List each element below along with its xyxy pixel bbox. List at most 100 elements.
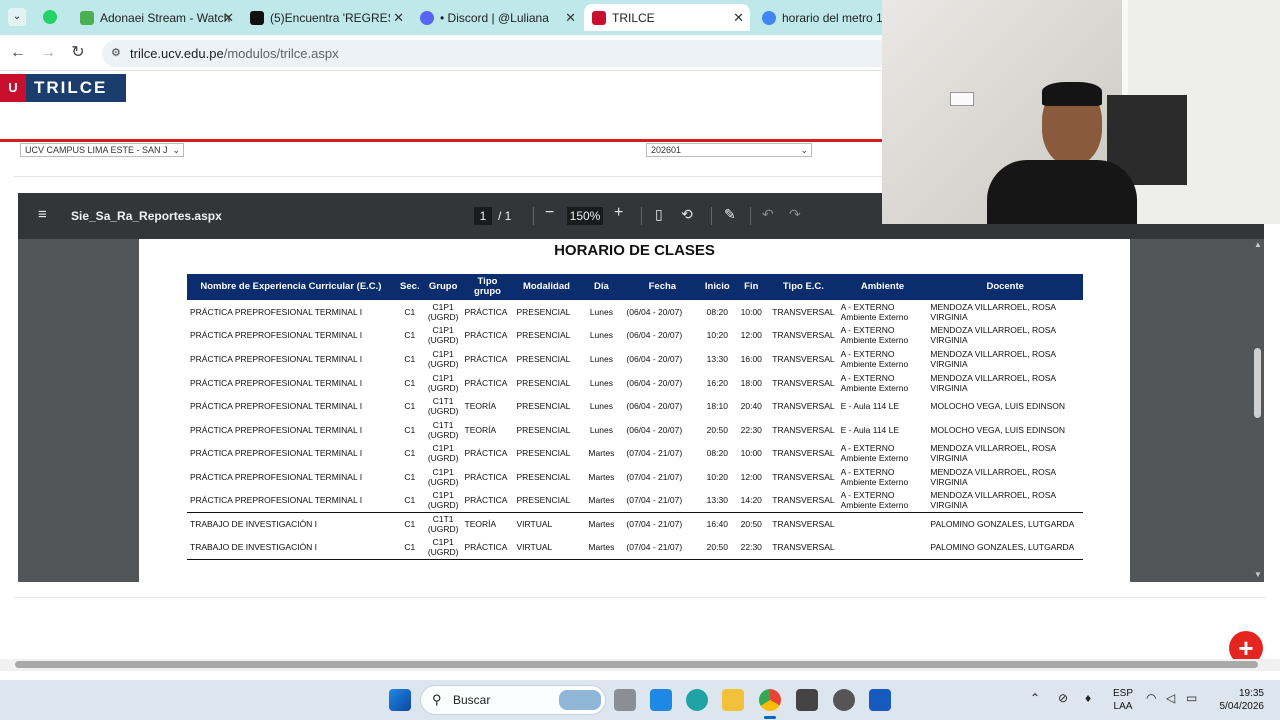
- column-header: Modalidad: [513, 274, 580, 300]
- pdf-filename: Sie_Sa_Ra_Reportes.aspx: [71, 209, 222, 223]
- table-cell: A - EXTERNO Ambiente Externo: [840, 490, 909, 511]
- windows-start-icon[interactable]: [389, 689, 411, 711]
- rotate-icon[interactable]: ⟲: [681, 206, 693, 223]
- filters-divider: [14, 176, 882, 177]
- table-cell: PRESENCIAL: [516, 330, 571, 341]
- table-cell: PALOMINO GONZALES, LUTGARDA: [927, 511, 1083, 536]
- tab-tiktok[interactable]: (5)Encuentra 'REGRESO A ✕: [242, 4, 410, 31]
- meet-now-icon[interactable]: ⊘: [1058, 691, 1068, 705]
- tab-search-button[interactable]: ⌄: [8, 8, 26, 26]
- tab-discord[interactable]: • Discord | @Luliana ✕: [412, 4, 582, 31]
- table-cell: C1: [404, 353, 416, 364]
- task-view-icon[interactable]: [614, 689, 636, 711]
- pdf-scroll-thumb[interactable]: [1254, 348, 1261, 418]
- chrome-icon[interactable]: [759, 689, 781, 711]
- zoom-out-icon[interactable]: −: [545, 204, 554, 222]
- tab-adonaei[interactable]: Adonaei Stream - Watch ✕: [72, 4, 240, 31]
- horizontal-scroll-thumb[interactable]: [15, 661, 1258, 668]
- table-cell: A - EXTERNO Ambiente Externo: [840, 301, 909, 322]
- table-row: PRÁCTICA PREPROFESIONAL TERMINAL I C1 C1P1…: [187, 371, 1083, 395]
- close-icon[interactable]: ✕: [733, 10, 744, 26]
- table-cell: 22:30: [733, 535, 770, 561]
- whatsapp-pinned-tab[interactable]: [43, 10, 57, 24]
- table-cell: Lunes: [589, 306, 613, 317]
- table-cell: MENDOZA VILLARROEL, ROSA VIRGINIA: [930, 325, 1056, 346]
- menu-icon[interactable]: ≡: [38, 206, 47, 223]
- column-header: Tipo E.C.: [769, 274, 838, 300]
- table-cell: C1P1 (UGRD): [427, 301, 459, 322]
- table-cell: MENDOZA VILLARROEL, ROSA VIRGINIA: [930, 348, 1056, 369]
- table-cell: C1P1 (UGRD): [427, 466, 459, 487]
- table-cell: PRÁCTICA: [464, 471, 508, 482]
- table-cell: PRÁCTICA: [461, 535, 514, 561]
- annotate-icon[interactable]: ✎: [724, 206, 736, 223]
- table-cell: 16:00: [740, 353, 762, 364]
- forward-icon[interactable]: →: [38, 43, 58, 63]
- undo-icon[interactable]: ↶: [762, 206, 774, 223]
- table-cell: PRESENCIAL: [516, 353, 571, 364]
- language-indicator[interactable]: ESP LAA: [1110, 687, 1136, 713]
- reload-icon[interactable]: ↻: [68, 43, 88, 63]
- table-cell: 08:20: [706, 448, 728, 459]
- table-cell: PRÁCTICA PREPROFESIONAL TERMINAL I: [190, 448, 363, 459]
- taskbar-search[interactable]: ⚲ Buscar: [420, 685, 606, 715]
- chevron-down-icon: ⌄: [172, 145, 180, 155]
- tray-chevron-icon[interactable]: ⌃: [1030, 691, 1040, 705]
- table-cell: MOLOCHO VEGA, LUIS EDINSON: [930, 401, 1066, 412]
- table-cell: TRABAJO DE INVESTIGACIÓN I: [187, 535, 395, 561]
- table-cell: 20:50: [706, 424, 728, 435]
- close-icon[interactable]: ✕: [223, 10, 234, 26]
- redo-icon[interactable]: ↷: [789, 206, 801, 223]
- close-icon[interactable]: ✕: [565, 10, 576, 26]
- zoom-level[interactable]: 150%: [567, 207, 603, 225]
- table-cell: (06/04 - 20/07): [626, 401, 683, 412]
- table-header-row: Nombre de Experiencia Curricular (E.C.) …: [187, 274, 1083, 300]
- site-info-icon[interactable]: ⚙: [111, 40, 121, 67]
- period-select-value: 202601: [651, 145, 682, 155]
- close-icon[interactable]: ✕: [393, 10, 404, 26]
- table-cell: C1: [404, 306, 416, 317]
- clock-time: 19:35: [1238, 688, 1264, 699]
- table-cell: 12:00: [740, 330, 762, 341]
- logo-text: TRILCE: [34, 78, 108, 97]
- wifi-icon[interactable]: ◠: [1146, 691, 1156, 705]
- table-cell: PRESENCIAL: [516, 306, 571, 317]
- app-icon[interactable]: [833, 689, 855, 711]
- table-cell: C1: [404, 424, 416, 435]
- table-cell: PRESENCIAL: [516, 495, 571, 506]
- page-number-input[interactable]: 1: [474, 207, 492, 225]
- table-cell: PRESENCIAL: [516, 471, 571, 482]
- zoom-in-icon[interactable]: +: [614, 204, 623, 222]
- campus-select[interactable]: UCV CAMPUS LIMA ESTE - SAN J ⌄: [20, 143, 184, 157]
- back-icon[interactable]: ←: [8, 43, 28, 63]
- table-cell: Martes: [588, 495, 615, 506]
- url-field[interactable]: ⚙ trilce.ucv.edu.pe/modulos/trilce.aspx: [102, 40, 892, 67]
- period-select[interactable]: 202601 ⌄: [646, 143, 812, 157]
- trilce-logo[interactable]: U TRILCE: [0, 74, 126, 102]
- app-icon[interactable]: [650, 689, 672, 711]
- fit-page-icon[interactable]: ▯: [655, 206, 663, 223]
- scroll-down-icon[interactable]: ▼: [1254, 570, 1262, 579]
- toolbar-divider: [750, 207, 751, 225]
- table-body: PRÁCTICA PREPROFESIONAL TERMINAL I C1 C1P1…: [187, 300, 1083, 561]
- table-cell: MENDOZA VILLARROEL, ROSA VIRGINIA: [930, 301, 1056, 322]
- table-row: PRÁCTICA PREPROFESIONAL TERMINAL I C1 C1T1…: [187, 394, 1083, 418]
- system-clock[interactable]: 19:35 5/04/2026: [1200, 687, 1265, 713]
- tab-trilce[interactable]: TRILCE ✕: [584, 4, 750, 31]
- edge-icon[interactable]: [686, 689, 708, 711]
- app-icon[interactable]: [796, 689, 818, 711]
- wall-switch: [950, 92, 974, 106]
- table-cell: C1: [404, 377, 416, 388]
- battery-icon[interactable]: ▭: [1186, 691, 1197, 705]
- tab-title: TRILCE: [612, 10, 655, 25]
- scroll-up-icon[interactable]: ▲: [1254, 240, 1262, 249]
- tab-google[interactable]: horario del metro 1 - B: [754, 4, 884, 31]
- file-explorer-icon[interactable]: [722, 689, 744, 711]
- word-icon[interactable]: [869, 689, 891, 711]
- microphone-icon[interactable]: ♦: [1085, 691, 1091, 705]
- table-row: PRÁCTICA PREPROFESIONAL TERMINAL I C1 C1T1…: [187, 418, 1083, 442]
- table-cell: TEORÍA: [464, 401, 497, 412]
- table-cell: (06/04 - 20/07): [626, 353, 683, 364]
- volume-icon[interactable]: ◁: [1166, 691, 1175, 705]
- discord-icon: [420, 10, 434, 25]
